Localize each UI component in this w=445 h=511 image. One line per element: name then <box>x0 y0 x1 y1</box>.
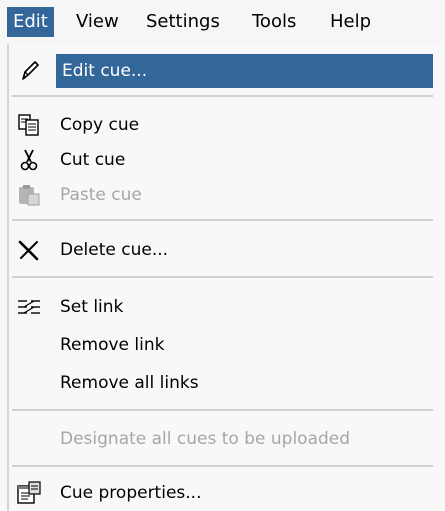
menu-item-label: Delete cue... <box>60 240 169 260</box>
menu-settings[interactable]: Settings <box>140 7 226 37</box>
scissors-icon <box>16 147 42 173</box>
menu-separator <box>12 276 433 278</box>
menu-view[interactable]: View <box>70 7 125 37</box>
copy-icon <box>16 112 42 138</box>
menu-item-paste-cue[interactable]: Paste cue <box>12 178 433 212</box>
menu-edit[interactable]: Edit <box>7 7 54 37</box>
menu-item-label: Set link <box>60 297 124 317</box>
menu-separator <box>12 95 433 97</box>
pencil-icon <box>16 58 42 84</box>
menu-item-set-link[interactable]: Set link <box>12 290 433 324</box>
menu-item-remove-all-links[interactable]: Remove all links <box>12 366 433 400</box>
edit-menu-dropdown: Edit cue... Copy cue Cut cue Paste cue D… <box>0 44 445 511</box>
delete-x-icon <box>16 237 42 263</box>
menu-tools[interactable]: Tools <box>246 7 302 37</box>
link-icon <box>16 294 42 320</box>
menu-separator <box>12 409 433 411</box>
menu-item-cue-properties[interactable]: Cue properties... <box>12 476 433 510</box>
menu-item-label: Copy cue <box>60 115 140 135</box>
menu-item-delete-cue[interactable]: Delete cue... <box>12 233 433 267</box>
menu-item-cut-cue[interactable]: Cut cue <box>12 143 433 177</box>
properties-icon <box>16 480 42 506</box>
menu-gutter-line <box>7 44 9 511</box>
menu-separator <box>12 219 433 221</box>
menu-item-label: Remove all links <box>60 373 199 393</box>
menu-help[interactable]: Help <box>324 7 377 37</box>
menu-item-edit-cue[interactable]: Edit cue... <box>12 54 433 88</box>
menu-item-copy-cue[interactable]: Copy cue <box>12 108 433 142</box>
menu-separator <box>12 465 433 467</box>
menu-item-label: Designate all cues to be uploaded <box>60 429 351 449</box>
menu-item-label: Cut cue <box>60 150 126 170</box>
menu-item-label: Cue properties... <box>60 483 202 503</box>
menu-item-label: Edit cue... <box>62 61 148 81</box>
menu-item-label: Remove link <box>60 335 165 355</box>
menu-item-designate-all-cues[interactable]: Designate all cues to be uploaded <box>12 422 433 456</box>
menu-item-remove-link[interactable]: Remove link <box>12 328 433 362</box>
menu-item-label: Paste cue <box>60 185 142 205</box>
menu-bar: Edit View Settings Tools Help <box>0 0 445 44</box>
paste-icon <box>16 182 42 208</box>
